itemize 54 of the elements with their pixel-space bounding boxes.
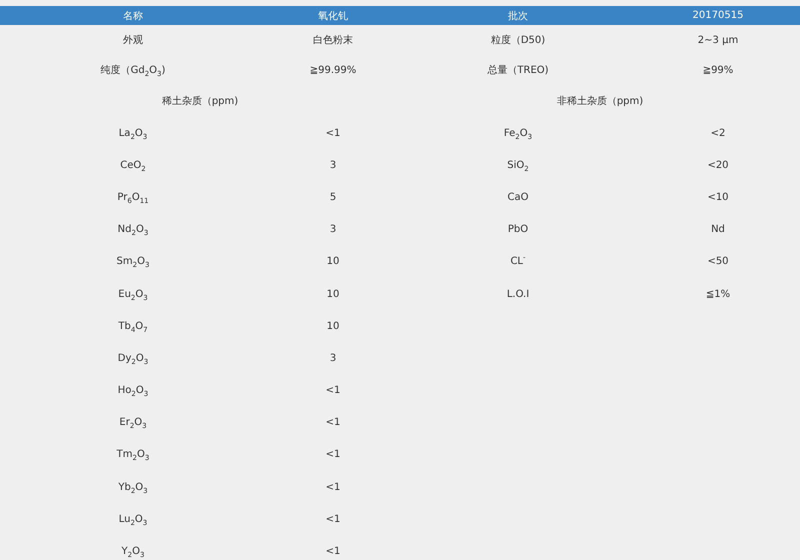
table-cell: 3 [330,224,336,236]
table-cell: 纯度（Gd$_{2}$O$_{3}$) [100,65,166,76]
table-cell: Sm$_{2}$O$_{3}$ [116,256,150,268]
table-cell: Y$_{2}$O$_{3}$ [122,546,144,558]
table-cell: 10 [326,320,340,332]
table-cell: L.O.I [506,288,530,300]
table-cell: <50 [707,256,729,268]
table-cell: <1 [326,385,340,396]
table-cell: 3 [330,352,336,364]
table-cell: <1 [326,514,340,525]
section-title: 非稀土杂质（ppm) [556,96,644,107]
table-cell: 白色粉末 [313,35,353,46]
table-cell: Nd [711,224,725,236]
table-cell: 5 [330,192,336,203]
header-cell: 名称 [123,10,143,22]
table-cell: ≧99.99% [310,64,356,76]
table-cell: <1 [326,482,340,493]
table-cell: Nd$_{2}$O$_{3}$ [118,224,148,236]
header-cell: 氧化钆 [318,10,348,22]
table-cell: CL$^{-}$ [510,256,526,268]
table-cell: La$_{2}$O$_{3}$ [118,128,148,139]
table-cell: ≦1% [706,288,730,300]
table-cell: SiO$_{2}$ [507,160,529,171]
table-cell: Pr$_{6}$O$_{11}$ [117,192,149,203]
table-cell: 3 [330,160,336,171]
table-cell: Dy$_{2}$O$_{3}$ [118,352,148,364]
table-cell: 粒度（D50) [490,35,546,46]
header-cell: 批次 [508,10,528,22]
table-cell: Eu$_{2}$O$_{3}$ [118,288,148,300]
table-cell: Ho$_{2}$O$_{3}$ [118,385,148,396]
table-cell: <1 [326,546,340,558]
header-cell: 20170515 [692,10,744,21]
table-cell: <1 [326,128,340,139]
table-cell: ≧99% [702,64,734,76]
table-cell: <20 [707,160,729,171]
table-cell: 总量（TREO) [487,65,549,76]
table-cell: 10 [326,256,340,268]
table-cell: CaO [508,192,528,203]
table-cell: 外观 [123,35,143,46]
table-cell: <1 [326,449,340,460]
table-cell: Tb$_{4}$O$_{7}$ [118,320,148,332]
table-cell: PbO [508,224,528,236]
table-cell: 10 [326,288,340,300]
table-cell: Fe$_{2}$O$_{3}$ [504,128,532,139]
table-cell: Tm$_{2}$O$_{3}$ [116,449,150,460]
table-cell: Lu$_{2}$O$_{3}$ [118,514,148,525]
table-cell: CeO$_{2}$ [120,160,146,171]
table-cell: <1 [326,417,340,428]
table-cell: <10 [707,192,729,203]
table-cell: Yb$_{2}$O$_{3}$ [118,482,148,493]
section-title: 稀土杂质（ppm) [162,96,238,107]
table-cell: 2~3 μm [698,34,738,46]
table-cell: Er$_{2}$O$_{3}$ [119,417,147,428]
table-cell: <2 [710,128,726,139]
